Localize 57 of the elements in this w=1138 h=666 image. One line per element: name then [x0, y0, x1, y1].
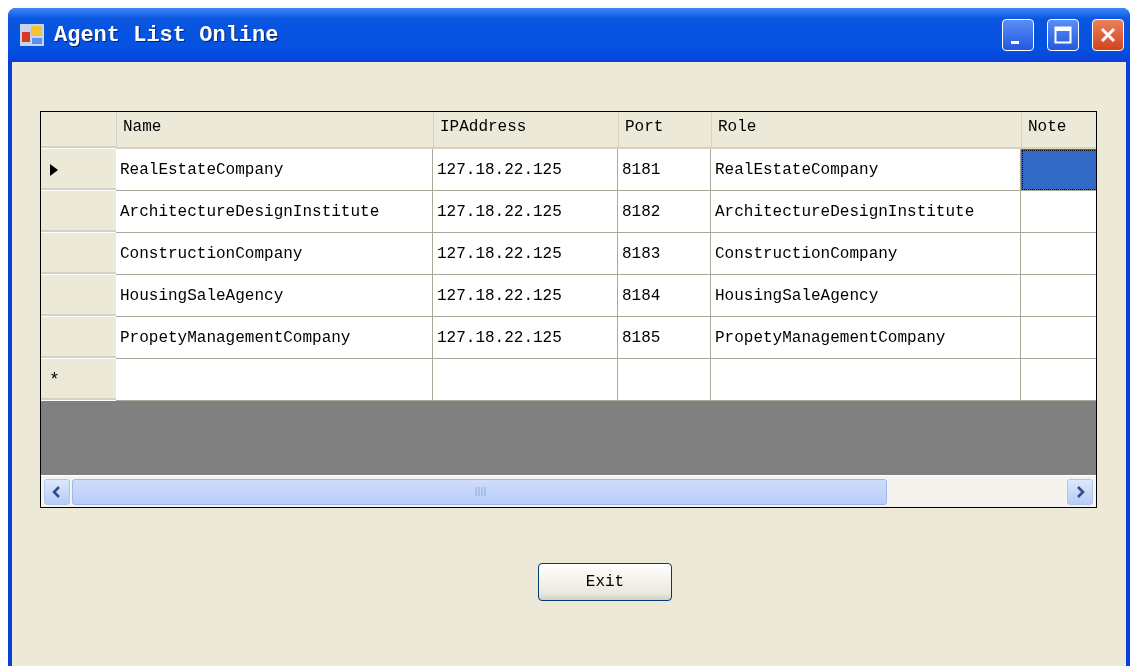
grip-icon — [473, 487, 486, 496]
table-cell[interactable]: PropetyManagementCompany — [116, 317, 433, 359]
horizontal-scrollbar[interactable] — [41, 475, 1096, 507]
table-cell[interactable]: 8185 — [618, 317, 711, 359]
table-cell[interactable]: 8181 — [618, 149, 711, 191]
table-cell[interactable]: 127.18.22.125 — [433, 317, 618, 359]
scroll-right-button[interactable] — [1067, 478, 1093, 505]
row-header[interactable] — [41, 275, 116, 317]
column-header[interactable]: Role — [711, 112, 1021, 149]
scroll-left-button[interactable] — [44, 478, 70, 505]
chevron-left-icon — [52, 485, 62, 498]
table-cell[interactable] — [1021, 233, 1096, 275]
column-header[interactable]: Name — [116, 112, 433, 149]
column-header[interactable]: Port — [618, 112, 711, 149]
maximize-icon — [1054, 26, 1072, 44]
chevron-right-icon — [1075, 485, 1085, 498]
table-cell[interactable]: 127.18.22.125 — [433, 233, 618, 275]
table-cell[interactable]: ConstructionCompany — [711, 233, 1021, 275]
scrollbar-thumb[interactable] — [72, 478, 887, 505]
column-header[interactable]: IPAddress — [433, 112, 618, 149]
table-cell[interactable]: 127.18.22.125 — [433, 149, 618, 191]
table-cell[interactable] — [711, 359, 1021, 401]
row-header[interactable] — [41, 149, 116, 191]
maximize-button[interactable] — [1047, 19, 1079, 51]
close-icon — [1099, 26, 1117, 44]
row-header[interactable] — [41, 233, 116, 275]
table-cell[interactable]: HousingSaleAgency — [116, 275, 433, 317]
exit-button[interactable]: Exit — [538, 563, 672, 601]
close-button[interactable] — [1092, 19, 1124, 51]
table-cell[interactable]: 127.18.22.125 — [433, 275, 618, 317]
table-cell[interactable]: 8183 — [618, 233, 711, 275]
column-header[interactable]: Note — [1021, 112, 1096, 149]
minimize-button[interactable] — [1002, 19, 1034, 51]
table-cell[interactable]: HousingSaleAgency — [711, 275, 1021, 317]
table-cell[interactable] — [1021, 359, 1096, 401]
minimize-icon — [1011, 40, 1019, 44]
table-cell[interactable]: 127.18.22.125 — [433, 191, 618, 233]
row-header[interactable] — [41, 191, 116, 233]
table-cell[interactable] — [1021, 317, 1096, 359]
row-header[interactable] — [41, 317, 116, 359]
table-cell[interactable] — [433, 359, 618, 401]
table-cell[interactable]: ConstructionCompany — [116, 233, 433, 275]
table-cell[interactable] — [1021, 275, 1096, 317]
table-cell[interactable] — [1021, 149, 1096, 191]
app-icon — [20, 24, 44, 46]
table-cell[interactable]: 8182 — [618, 191, 711, 233]
table-cell[interactable]: RealEstateCompany — [116, 149, 433, 191]
table-cell[interactable]: RealEstateCompany — [711, 149, 1021, 191]
new-row-marker: * — [49, 369, 60, 390]
table-cell[interactable]: ArchitectureDesignInstitute — [711, 191, 1021, 233]
table-cell[interactable]: ArchitectureDesignInstitute — [116, 191, 433, 233]
table-cell[interactable] — [1021, 191, 1096, 233]
table-cell[interactable]: 8184 — [618, 275, 711, 317]
table-cell[interactable] — [116, 359, 433, 401]
window-title: Agent List Online — [54, 22, 280, 48]
table-cell[interactable] — [618, 359, 711, 401]
table-cell[interactable]: PropetyManagementCompany — [711, 317, 1021, 359]
